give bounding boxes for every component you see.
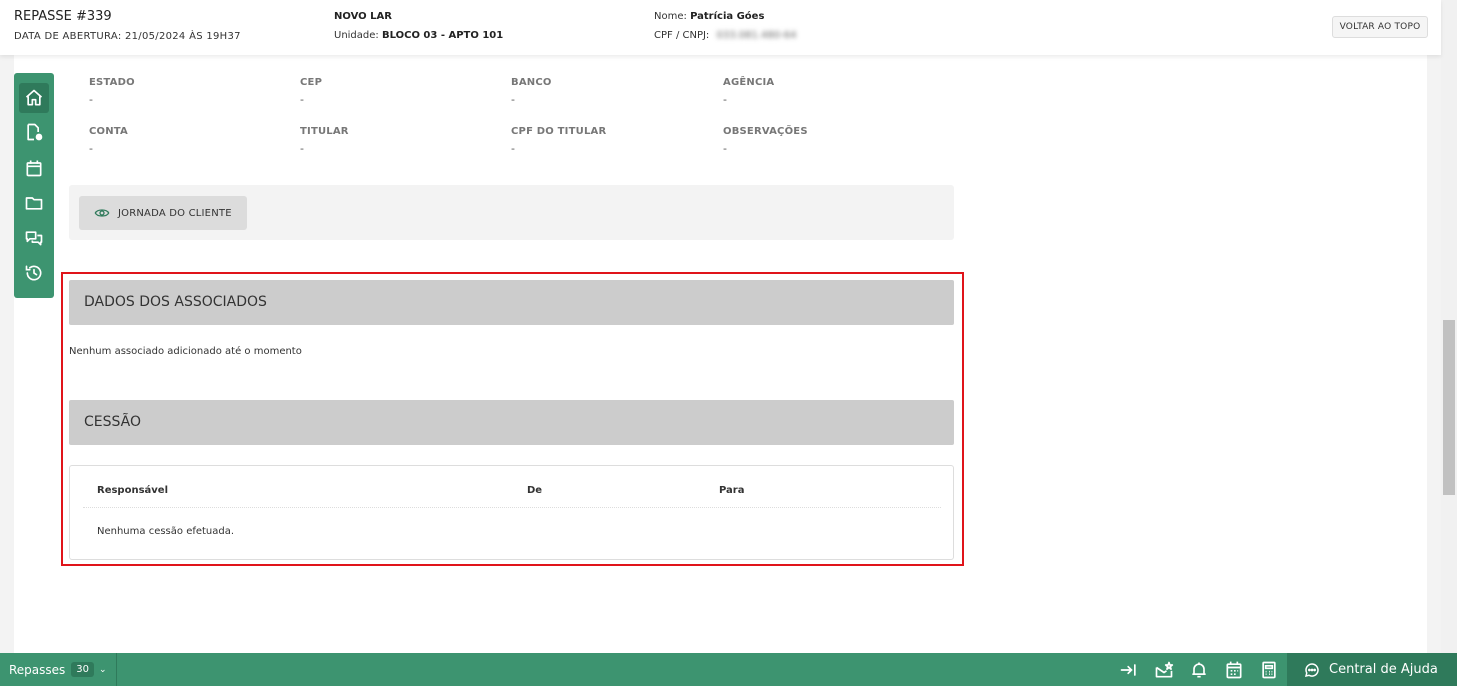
field-cpf-titular-value: - [511,142,515,155]
calendar-icon[interactable] [1224,660,1244,680]
chevron-down-icon: ⌄ [99,664,107,675]
client-cpf-info: CPF / CNPJ: 033.081.480-64 [654,30,796,41]
page-title: REPASSE #339 [14,9,112,24]
client-name-info: Nome: Patrícia Góes [654,11,764,22]
client-journey-label: JORNADA DO CLIENTE [118,207,232,219]
back-to-top-button[interactable]: VOLTAR AO TOPO [1332,16,1428,38]
field-observacoes-label: OBSERVAÇÕES [723,126,808,137]
chat-icon[interactable] [19,223,49,253]
client-journey-button[interactable]: JORNADA DO CLIENTE [79,196,247,230]
field-titular-value: - [300,142,304,155]
field-estado-value: - [89,93,93,106]
unit-label: Unidade: [334,30,379,41]
page-header: REPASSE #339 DATA DE ABERTURA: 21/05/202… [0,0,1441,55]
folder-icon[interactable] [19,188,49,218]
field-cep-value: - [300,93,304,106]
collapse-right-icon[interactable] [1119,660,1139,680]
bell-icon[interactable] [1189,660,1209,680]
repasses-label: Repasses [9,662,66,677]
enterprise-name: NOVO LAR [334,11,392,22]
mail-star-icon[interactable] [1154,660,1174,680]
field-cpf-titular-label: CPF DO TITULAR [511,126,607,137]
field-observacoes-value: - [723,142,727,155]
chat-bubble-icon [1304,662,1319,677]
name-value: Patrícia Góes [690,11,765,22]
field-conta-value: - [89,142,93,155]
cpf-label: CPF / CNPJ: [654,30,710,41]
side-navigation [14,73,54,298]
calendar-icon[interactable] [19,153,49,183]
history-icon[interactable] [19,258,49,288]
repasses-selector[interactable]: Repasses 30 ⌄ [0,653,117,686]
field-estado-label: ESTADO [89,77,135,88]
help-center-label: Central de Ajuda [1329,662,1438,677]
unit-value: BLOCO 03 - APTO 101 [381,30,504,41]
field-banco-value: - [511,93,515,106]
field-agencia-label: AGÊNCIA [723,77,775,88]
field-agencia-value: - [723,93,727,106]
name-label: Nome: [654,11,687,22]
opening-date: DATA DE ABERTURA: 21/05/2024 ÀS 19H37 [14,31,241,42]
field-titular-label: TITULAR [300,126,349,137]
bottom-bar: Repasses 30 ⌄ Central de Ajuda [0,653,1457,686]
repasses-count-badge: 30 [71,662,95,677]
field-conta-label: CONTA [89,126,128,137]
help-center-button[interactable]: Central de Ajuda [1287,653,1457,686]
scrollbar-thumb[interactable] [1443,320,1455,495]
calculator-icon[interactable] [1259,660,1279,680]
unit-info: Unidade: BLOCO 03 - APTO 101 [334,30,503,41]
field-cep-label: CEP [300,77,323,88]
home-icon[interactable] [19,83,49,113]
document-badge-icon[interactable] [19,117,49,147]
field-banco-label: BANCO [511,77,552,88]
cpf-value: 033.081.480-64 [716,30,797,41]
eye-icon [94,209,110,217]
highlight-frame [61,272,964,566]
